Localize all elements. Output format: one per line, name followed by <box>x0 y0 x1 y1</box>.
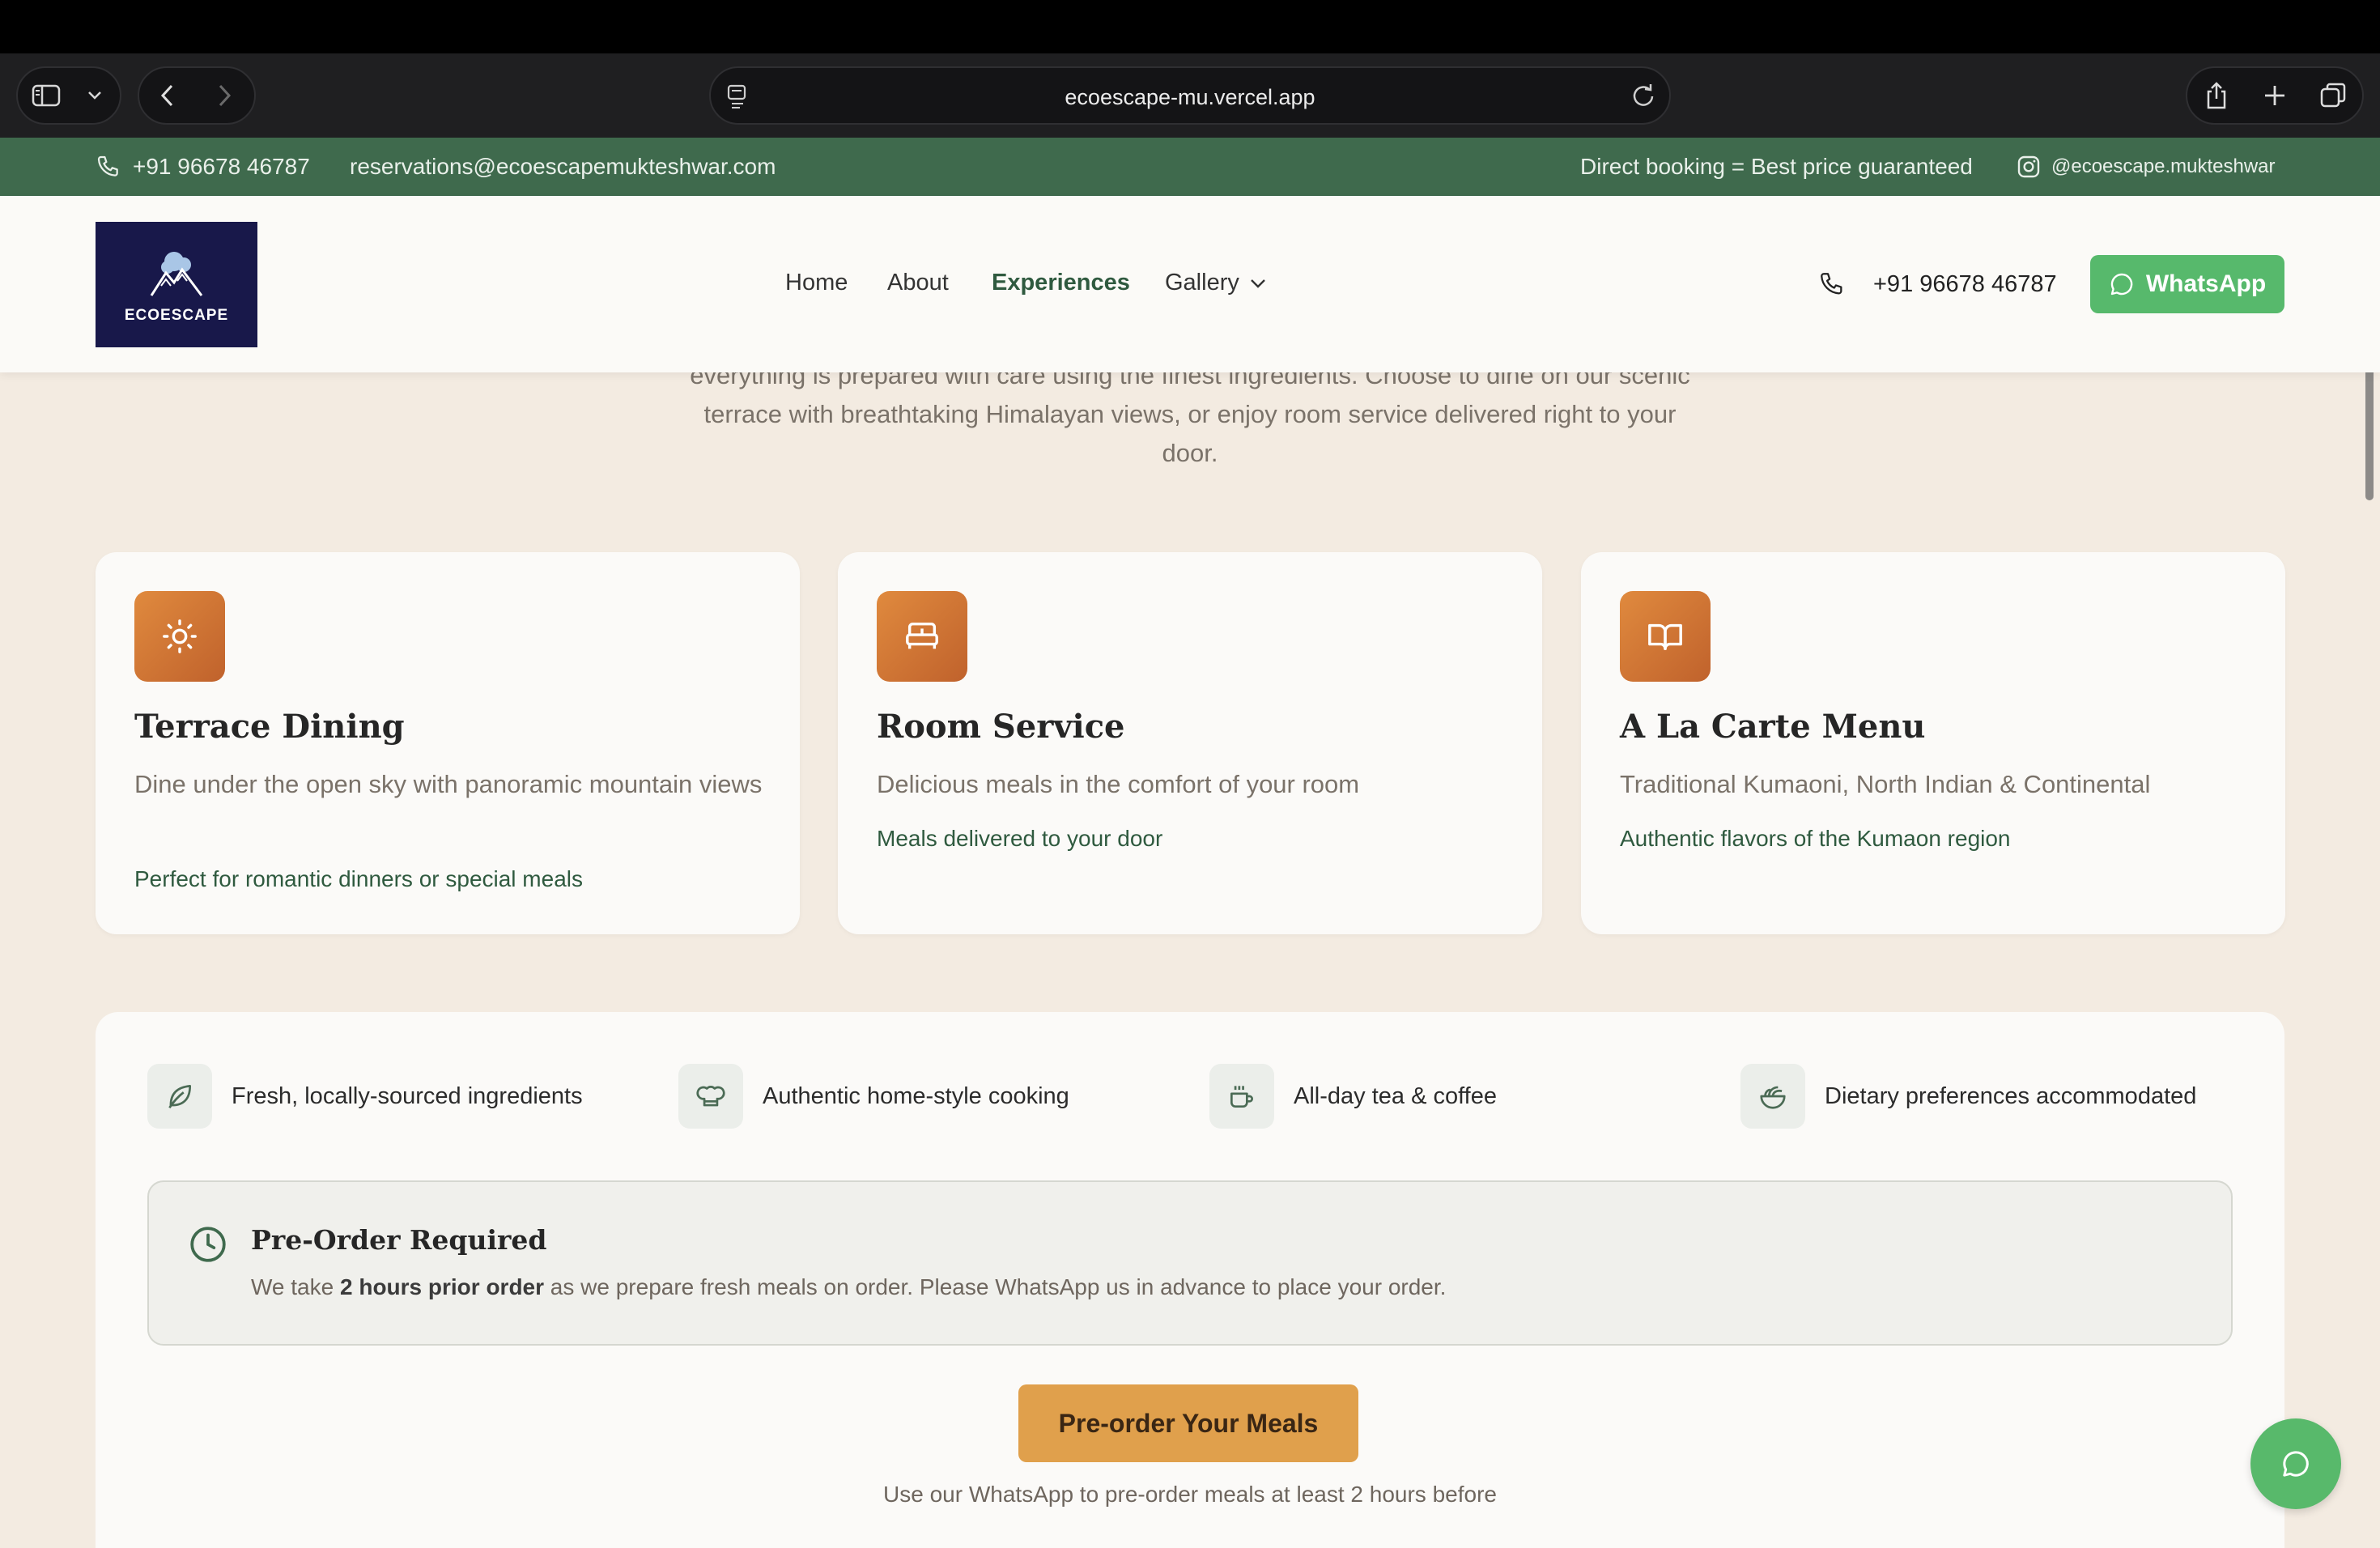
browser-actions-group <box>2186 66 2364 125</box>
logo-text: ECOESCAPE <box>124 306 229 324</box>
notice-title: Pre-Order Required <box>251 1224 547 1256</box>
mountain-logo-icon <box>150 251 203 296</box>
site-logo[interactable]: ECOESCAPE <box>96 222 257 347</box>
share-icon[interactable] <box>2192 68 2241 123</box>
pre-order-subtext: Use our WhatsApp to pre-order meals at l… <box>883 1482 1497 1507</box>
feature-label: Fresh, locally-sourced ingredients <box>232 1082 583 1109</box>
chat-bubble-icon <box>2109 271 2135 297</box>
forward-arrow-icon[interactable] <box>196 68 253 123</box>
nav-home[interactable]: Home <box>785 270 848 296</box>
sidebar-icon[interactable] <box>18 68 74 123</box>
reload-icon[interactable] <box>1629 81 1658 114</box>
notice-text: We take 2 hours prior order as we prepar… <box>251 1274 1446 1300</box>
card-title: Terrace Dining <box>134 708 405 746</box>
card-note: Perfect for romantic dinners or special … <box>134 866 583 891</box>
card-room-service: Room Service Delicious meals in the comf… <box>838 552 1542 934</box>
feature-item: Fresh, locally-sourced ingredients <box>147 1064 583 1129</box>
dining-intro-text: everything is prepared with care using t… <box>567 356 1813 473</box>
notice-text-bold: 2 hours prior order <box>339 1274 545 1299</box>
card-description: Delicious meals in the comfort of your r… <box>877 770 1360 798</box>
notice-text-start: We take <box>251 1274 340 1299</box>
sidebar-toggle-group[interactable] <box>16 66 121 125</box>
notice-text-end: as we prepare fresh meals on order. Plea… <box>544 1274 1447 1299</box>
coffee-icon <box>1209 1064 1274 1129</box>
tab-overview-icon[interactable] <box>2309 68 2357 123</box>
chevron-down-icon <box>1249 278 1267 289</box>
feature-label: All-day tea & coffee <box>1294 1082 1497 1109</box>
instagram-icon <box>2016 154 2042 180</box>
leaf-icon <box>147 1064 212 1129</box>
feature-label: Authentic home-style cooking <box>763 1082 1069 1109</box>
menu-bar-area <box>0 0 2380 53</box>
feature-label: Dietary preferences accommodated <box>1825 1082 2197 1109</box>
card-description: Traditional Kumaoni, North Indian & Cont… <box>1620 770 2151 798</box>
header-phone[interactable]: +91 96678 46787 <box>1818 270 2057 298</box>
card-note: Meals delivered to your door <box>877 826 1163 851</box>
contact-info-bar: +91 96678 46787 reservations@ecoescapemu… <box>0 138 2380 196</box>
sun-icon <box>134 591 225 682</box>
pre-order-button[interactable]: Pre-order Your Meals <box>1018 1384 1358 1462</box>
nav-about[interactable]: About <box>887 270 949 296</box>
chevron-down-icon[interactable] <box>74 68 115 123</box>
dining-info-panel: Fresh, locally-sourced ingredients Authe… <box>96 1012 2284 1548</box>
history-nav-group <box>138 66 256 125</box>
floating-chat-button[interactable] <box>2250 1418 2341 1509</box>
pre-order-notice: Pre-Order Required We take 2 hours prior… <box>147 1180 2233 1346</box>
intro-line-2: terrace with breathtaking Himalayan view… <box>703 400 1677 428</box>
whatsapp-button[interactable]: WhatsApp <box>2090 255 2284 313</box>
card-terrace-dining: Terrace Dining Dine under the open sky w… <box>96 552 800 934</box>
browser-toolbar: ecoescape-mu.vercel.app <box>0 53 2380 138</box>
header-phone-text: +91 96678 46787 <box>1873 270 2057 297</box>
nav-gallery[interactable]: Gallery <box>1165 270 1267 296</box>
card-title: Room Service <box>877 708 1125 746</box>
feature-item: All-day tea & coffee <box>1209 1064 1497 1129</box>
feature-item: Authentic home-style cooking <box>678 1064 1069 1129</box>
infobar-phone-text: +91 96678 46787 <box>133 154 310 179</box>
phone-icon <box>1818 270 1846 298</box>
card-title: A La Carte Menu <box>1620 708 1926 746</box>
site-header: ECOESCAPE Home About Experiences Gallery… <box>0 196 2380 372</box>
infobar-email[interactable]: reservations@ecoescapemukteshwar.com <box>350 138 776 196</box>
clock-icon <box>188 1224 228 1269</box>
card-note: Authentic flavors of the Kumaon region <box>1620 826 2011 851</box>
whatsapp-button-label: WhatsApp <box>2145 270 2267 297</box>
nav-gallery-label: Gallery <box>1165 270 1239 296</box>
chat-bubble-icon <box>2283 1451 2309 1477</box>
address-bar[interactable]: ecoescape-mu.vercel.app <box>709 66 1671 125</box>
card-a-la-carte-menu: A La Carte Menu Traditional Kumaoni, Nor… <box>1581 552 2285 934</box>
infobar-phone[interactable]: +91 96678 46787 <box>96 138 310 196</box>
infobar-instagram[interactable]: @ecoescape.mukteshwar <box>2016 138 2276 196</box>
book-icon <box>1620 591 1711 682</box>
instagram-handle: @ecoescape.mukteshwar <box>2051 155 2276 177</box>
feature-item: Dietary preferences accommodated <box>1740 1064 2196 1129</box>
chef-hat-icon <box>678 1064 743 1129</box>
infobar-promo: Direct booking = Best price guaranteed <box>1580 154 1973 179</box>
back-arrow-icon[interactable] <box>139 68 196 123</box>
new-tab-plus-icon[interactable] <box>2250 68 2299 123</box>
salad-icon <box>1740 1064 1805 1129</box>
phone-icon <box>96 154 121 180</box>
intro-line-3: door. <box>1162 439 1218 467</box>
url-text: ecoescape-mu.vercel.app <box>1065 85 1315 109</box>
nav-experiences[interactable]: Experiences <box>992 270 1130 296</box>
bed-icon <box>877 591 967 682</box>
card-description: Dine under the open sky with panoramic m… <box>134 770 763 798</box>
